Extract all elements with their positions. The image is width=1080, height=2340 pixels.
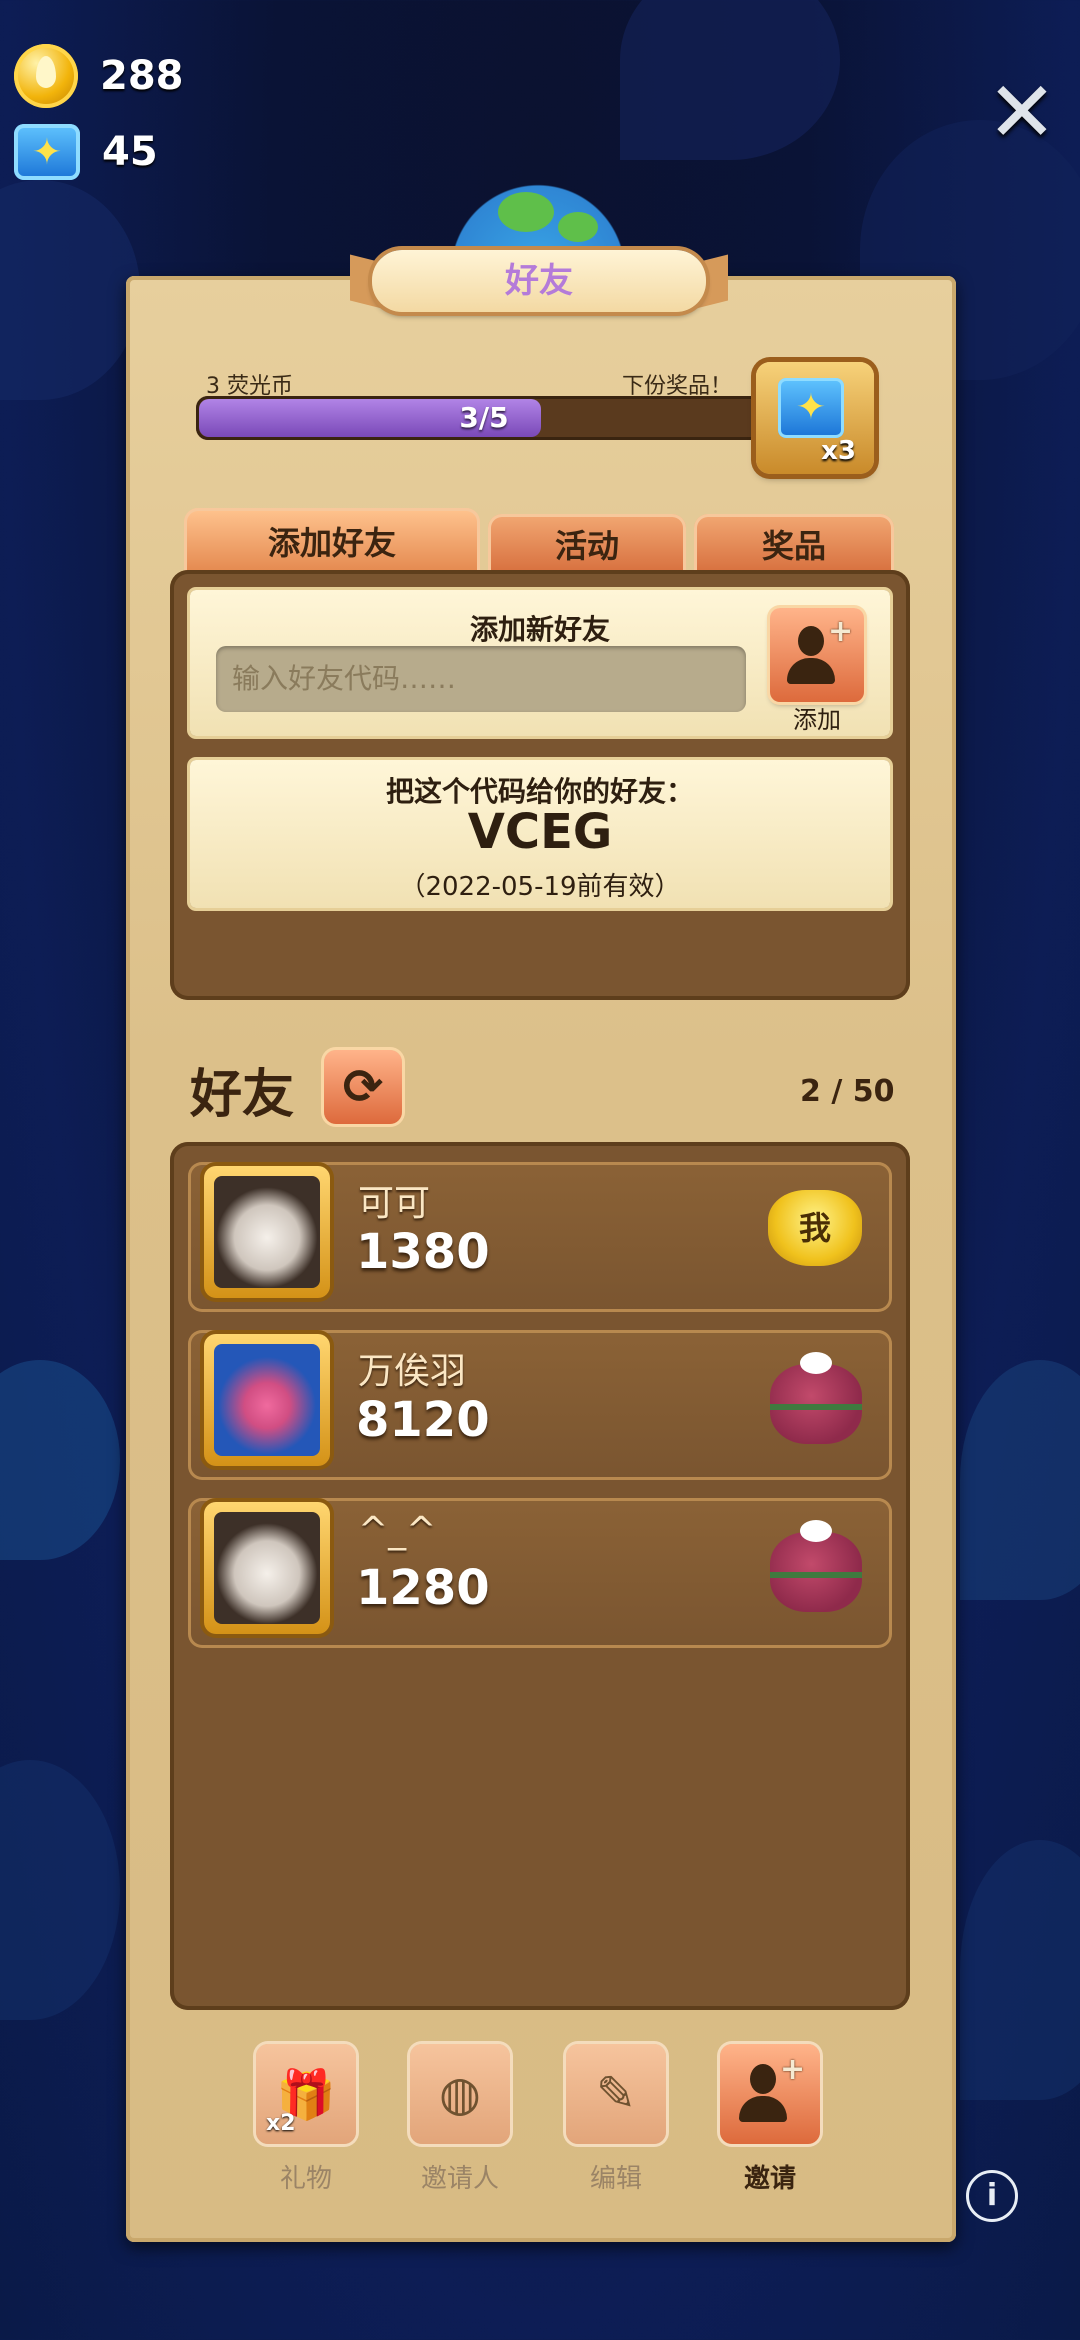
send-gift-button[interactable] <box>770 1520 862 1612</box>
cat-avatar <box>214 1176 320 1288</box>
friend-count: 2 / 50 <box>800 1074 895 1109</box>
nav-invite-label: 邀请 <box>743 2164 796 2194</box>
add-person-icon: + <box>770 608 864 702</box>
my-code-validity: （2022-05-19前有效） <box>399 872 681 902</box>
tab-events[interactable]: 活动 <box>488 514 686 578</box>
gift-badge: x2 <box>266 2111 296 2136</box>
avatar <box>204 1166 330 1298</box>
nav-edit-label: 编辑 <box>589 2164 642 2194</box>
drop-coin-icon <box>14 44 78 108</box>
pencil-icon: ✎ <box>566 2044 666 2144</box>
nav-invite[interactable]: + 邀请 <box>718 2044 822 2195</box>
nav-gift-label: 礼物 <box>279 2164 332 2194</box>
friend-name: 万俟羽 <box>358 1351 467 1392</box>
close-icon[interactable]: ✕ <box>984 70 1060 154</box>
nav-gift[interactable]: 🎁 x2 礼物 <box>254 2044 358 2195</box>
globe-icon: ◍ <box>410 2044 510 2144</box>
butterflies-value: 45 <box>102 129 158 175</box>
tab-add-friend[interactable]: 添加好友 <box>184 508 480 578</box>
progress-bar: 3/5 <box>196 396 772 440</box>
friend-row[interactable]: ^_^ 1280 <box>188 1498 892 1648</box>
add-person-icon: + <box>720 2044 820 2144</box>
butterfly-gem-icon: ✦ <box>14 124 80 180</box>
friend-score: 8120 <box>356 1392 490 1448</box>
butterfly-gem-icon: ✦ <box>778 378 844 438</box>
next-reward-button[interactable]: ✦ x3 <box>756 362 874 474</box>
gift-icon: 🎁 x2 <box>256 2044 356 2144</box>
add-friend-button[interactable]: + <box>770 608 864 702</box>
page-title: 好友 <box>372 250 706 312</box>
nav-inviters-label: 邀请人 <box>420 2164 499 2194</box>
cat-avatar <box>214 1512 320 1624</box>
progress-text: 3/5 <box>459 401 509 434</box>
refresh-button[interactable]: ⟳ <box>324 1050 402 1124</box>
friends-heading: 好友 <box>190 1065 295 1125</box>
friend-row[interactable]: 万俟羽 8120 <box>188 1330 892 1480</box>
nav-edit[interactable]: ✎ 编辑 <box>564 2044 668 2195</box>
reward-multiplier: x3 <box>821 436 856 466</box>
bird-avatar <box>214 1344 320 1456</box>
add-button-label: 添加 <box>793 706 841 734</box>
friend-name: 可可 <box>358 1183 431 1224</box>
drops-counter: 288 <box>14 44 184 108</box>
avatar <box>204 1334 330 1466</box>
info-icon[interactable]: i <box>966 2170 1018 2222</box>
tab-rewards[interactable]: 奖品 <box>694 514 894 578</box>
friend-code-input[interactable]: 输入好友代码…… <box>216 646 746 712</box>
friend-row[interactable]: 可可 1380 我 <box>188 1162 892 1312</box>
my-code-card: 把这个代码给你的好友： VCEG （2022-05-19前有效） <box>190 760 890 908</box>
refresh-icon: ⟳ <box>342 1059 384 1115</box>
friend-score: 1280 <box>356 1560 490 1616</box>
drops-value: 288 <box>100 53 184 99</box>
avatar <box>204 1502 330 1634</box>
nav-inviters[interactable]: ◍ 邀请人 <box>408 2044 512 2195</box>
friend-name: ^_^ <box>358 1510 437 1551</box>
me-badge: 我 <box>768 1190 862 1266</box>
friend-score: 1380 <box>356 1224 490 1280</box>
send-gift-button[interactable] <box>770 1352 862 1444</box>
my-code-value: VCEG <box>467 804 613 860</box>
butterflies-counter: ✦ 45 <box>14 124 158 180</box>
